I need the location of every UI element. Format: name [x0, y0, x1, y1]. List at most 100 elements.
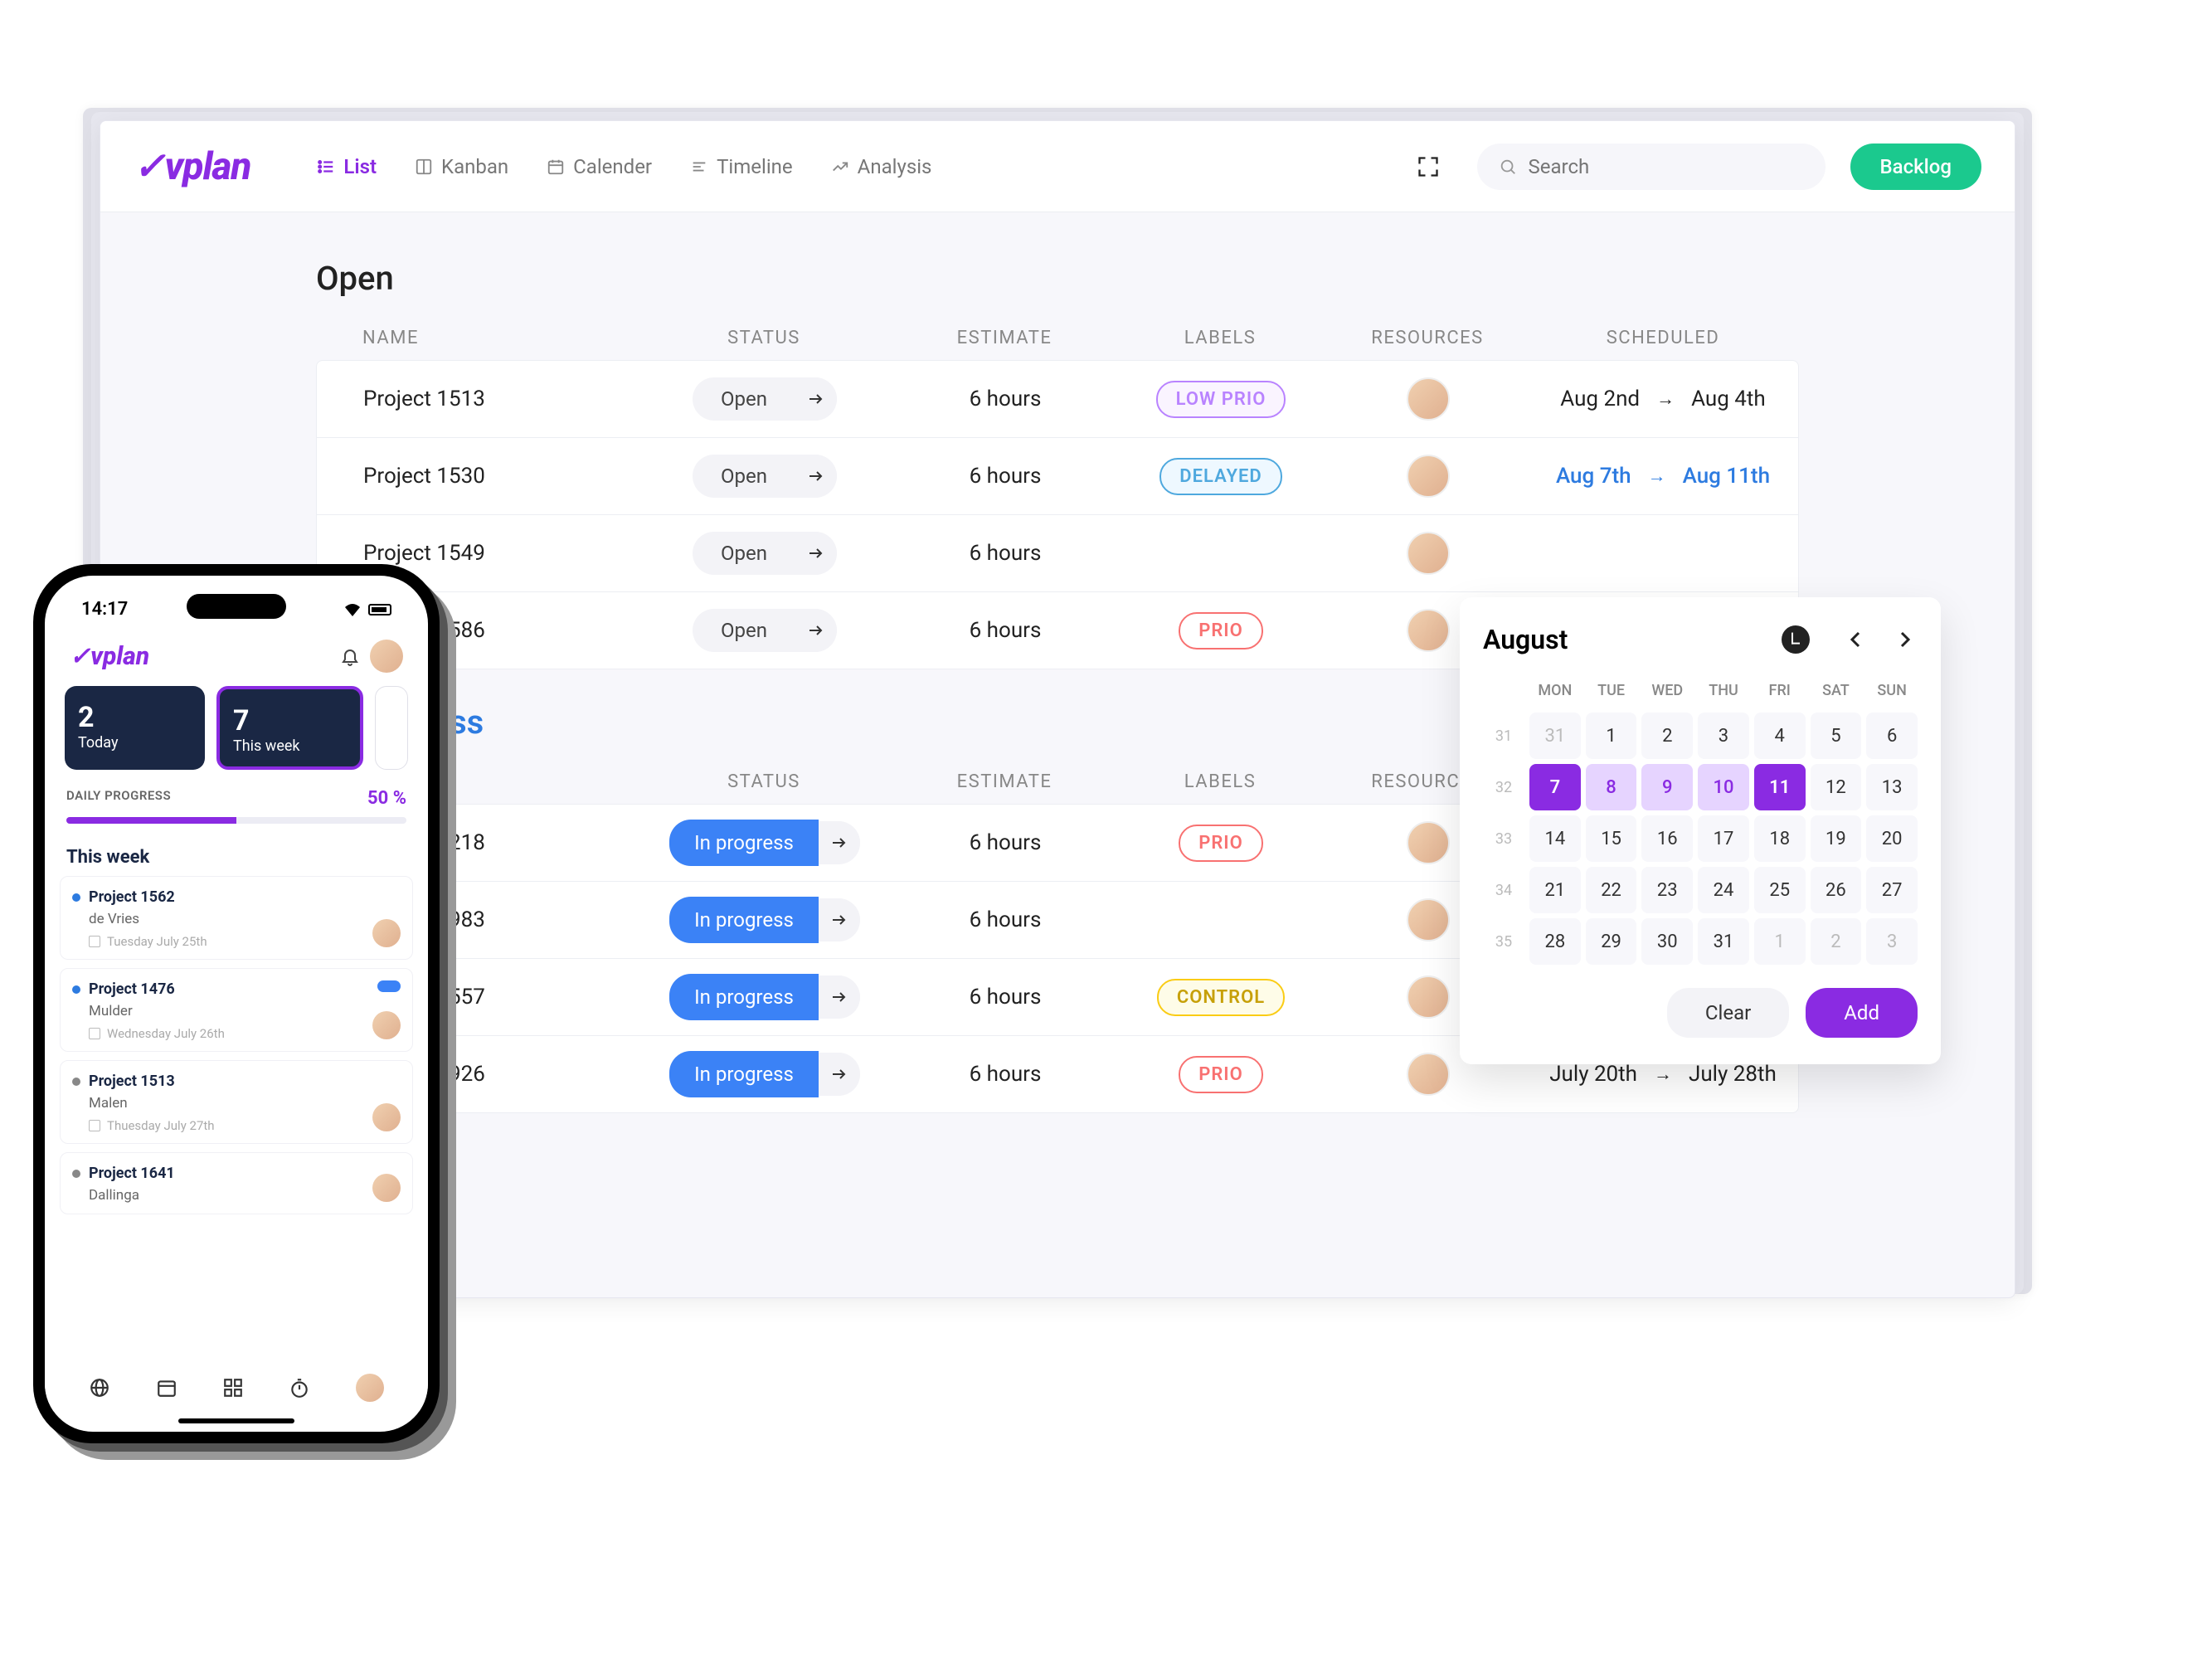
label-badge: PRIO [1179, 1056, 1263, 1093]
calendar-day[interactable]: 31 [1698, 918, 1749, 965]
calendar-day[interactable]: 20 [1866, 815, 1918, 862]
status-arrow-icon[interactable] [795, 609, 837, 652]
clock-icon[interactable] [1782, 625, 1810, 654]
calendar-day[interactable]: 6 [1866, 713, 1918, 759]
calendar-day[interactable]: 25 [1754, 867, 1806, 913]
calendar-day[interactable]: 21 [1529, 867, 1581, 913]
calendar-day[interactable]: 8 [1586, 764, 1637, 810]
calendar-day[interactable]: 26 [1811, 867, 1862, 913]
grid-icon[interactable] [222, 1377, 244, 1399]
status-pill[interactable]: Open [693, 455, 837, 498]
header-labels-2: LABELS [1112, 771, 1328, 792]
row-scheduled[interactable]: Aug 2nd→Aug 4th [1528, 387, 1798, 411]
calendar-day[interactable]: 17 [1698, 815, 1749, 862]
globe-icon[interactable] [89, 1377, 110, 1399]
avatar[interactable] [1407, 821, 1450, 864]
calendar-add-button[interactable]: Add [1806, 988, 1918, 1038]
phone-item-avatar [372, 919, 401, 947]
status-pill[interactable]: In progress [669, 821, 860, 864]
calendar-day[interactable]: 16 [1641, 815, 1693, 862]
avatar[interactable] [1407, 532, 1450, 575]
status-pill[interactable]: Open [693, 532, 837, 575]
calendar-day[interactable]: 15 [1586, 815, 1637, 862]
kanban-icon [415, 158, 433, 176]
card-today[interactable]: 2 Today [65, 686, 205, 770]
view-analysis[interactable]: Analysis [831, 155, 932, 178]
calendar-day[interactable]: 10 [1698, 764, 1749, 810]
phone-tab-avatar[interactable] [356, 1374, 384, 1402]
calendar-day[interactable]: 28 [1529, 918, 1581, 965]
backlog-button[interactable]: Backlog [1850, 144, 1981, 190]
calendar-prev[interactable] [1843, 627, 1868, 652]
avatar[interactable] [1407, 609, 1450, 652]
calendar-day[interactable]: 29 [1586, 918, 1637, 965]
avatar[interactable] [1407, 898, 1450, 941]
status-arrow-icon[interactable] [819, 898, 860, 941]
calendar-day[interactable]: 5 [1811, 713, 1862, 759]
status-pill[interactable]: In progress [669, 1053, 860, 1096]
table-row[interactable]: Project 1530Open6 hoursDELAYEDAug 7th→Au… [317, 438, 1798, 515]
calendar-day[interactable]: 3 [1698, 713, 1749, 759]
status-pill[interactable]: Open [693, 377, 837, 421]
view-kanban[interactable]: Kanban [415, 155, 508, 178]
calendar-day[interactable]: 1 [1754, 918, 1806, 965]
calendar-tab-icon[interactable] [156, 1377, 177, 1399]
table-row[interactable]: Project 1513Open6 hoursLOW PRIOAug 2nd→A… [317, 361, 1798, 438]
calendar-next[interactable] [1893, 627, 1918, 652]
status-arrow-icon[interactable] [795, 532, 837, 575]
calendar-day[interactable]: 9 [1641, 764, 1693, 810]
calendar-day[interactable]: 24 [1698, 867, 1749, 913]
calendar-day[interactable]: 2 [1811, 918, 1862, 965]
view-calendar[interactable]: Calender [547, 155, 652, 178]
row-scheduled[interactable]: Aug 7th→Aug 11th [1528, 464, 1798, 489]
calendar-day[interactable]: 3 [1866, 918, 1918, 965]
phone-list-item[interactable]: Project 1513MalenThuesday July 27th [60, 1060, 413, 1144]
status-pill[interactable]: In progress [669, 898, 860, 941]
row-scheduled[interactable]: July 20th→July 28th [1528, 1062, 1798, 1087]
status-arrow-icon[interactable] [819, 975, 860, 1019]
calendar-day[interactable]: 27 [1866, 867, 1918, 913]
calendar-day[interactable]: 23 [1641, 867, 1693, 913]
status-arrow-icon[interactable] [795, 377, 837, 421]
calendar-day[interactable]: 19 [1811, 815, 1862, 862]
calendar-day[interactable]: 18 [1754, 815, 1806, 862]
calendar-day[interactable]: 30 [1641, 918, 1693, 965]
search-box[interactable] [1477, 144, 1826, 190]
calendar-day[interactable]: 14 [1529, 815, 1581, 862]
view-calendar-label: Calender [573, 155, 652, 178]
status-arrow-icon[interactable] [819, 821, 860, 864]
calendar-day[interactable]: 13 [1866, 764, 1918, 810]
avatar[interactable] [1407, 1053, 1450, 1096]
status-arrow-icon[interactable] [795, 455, 837, 498]
card-week[interactable]: 7 This week [216, 686, 363, 770]
calendar-day[interactable]: 4 [1754, 713, 1806, 759]
status-arrow-icon[interactable] [819, 1053, 860, 1096]
calendar-day[interactable]: 1 [1586, 713, 1637, 759]
view-list[interactable]: List [317, 155, 377, 178]
stopwatch-icon[interactable] [289, 1377, 310, 1399]
view-timeline[interactable]: Timeline [690, 155, 793, 178]
card-extra[interactable] [375, 686, 408, 770]
calendar-day[interactable]: 7 [1529, 764, 1581, 810]
calendar-day[interactable]: 11 [1754, 764, 1806, 810]
avatar[interactable] [1407, 975, 1450, 1019]
bell-icon[interactable] [340, 646, 360, 666]
table-row[interactable]: Project 1549Open6 hours [317, 515, 1798, 592]
calendar-clear-button[interactable]: Clear [1667, 988, 1789, 1038]
search-input[interactable] [1529, 155, 1804, 178]
status-pill[interactable]: Open [693, 609, 837, 652]
calendar-day[interactable]: 31 [1529, 713, 1581, 759]
phone-list-item[interactable]: Project 1476MulderWednesday July 26th [60, 968, 413, 1052]
phone-list-item[interactable]: Project 1641Dallinga [60, 1152, 413, 1214]
calendar-day[interactable]: 22 [1586, 867, 1637, 913]
expand-icon[interactable] [1417, 155, 1440, 178]
calendar-day[interactable]: 12 [1811, 764, 1862, 810]
calendar-day[interactable]: 2 [1641, 713, 1693, 759]
status-pill[interactable]: In progress [669, 975, 860, 1019]
phone-list-item[interactable]: Project 1562de VriesTuesday July 25th [60, 876, 413, 960]
status-text: In progress [669, 974, 819, 1020]
avatar[interactable] [1407, 455, 1450, 498]
avatar[interactable] [1407, 377, 1450, 421]
phone-avatar[interactable] [370, 640, 403, 673]
dot-icon [72, 893, 80, 902]
